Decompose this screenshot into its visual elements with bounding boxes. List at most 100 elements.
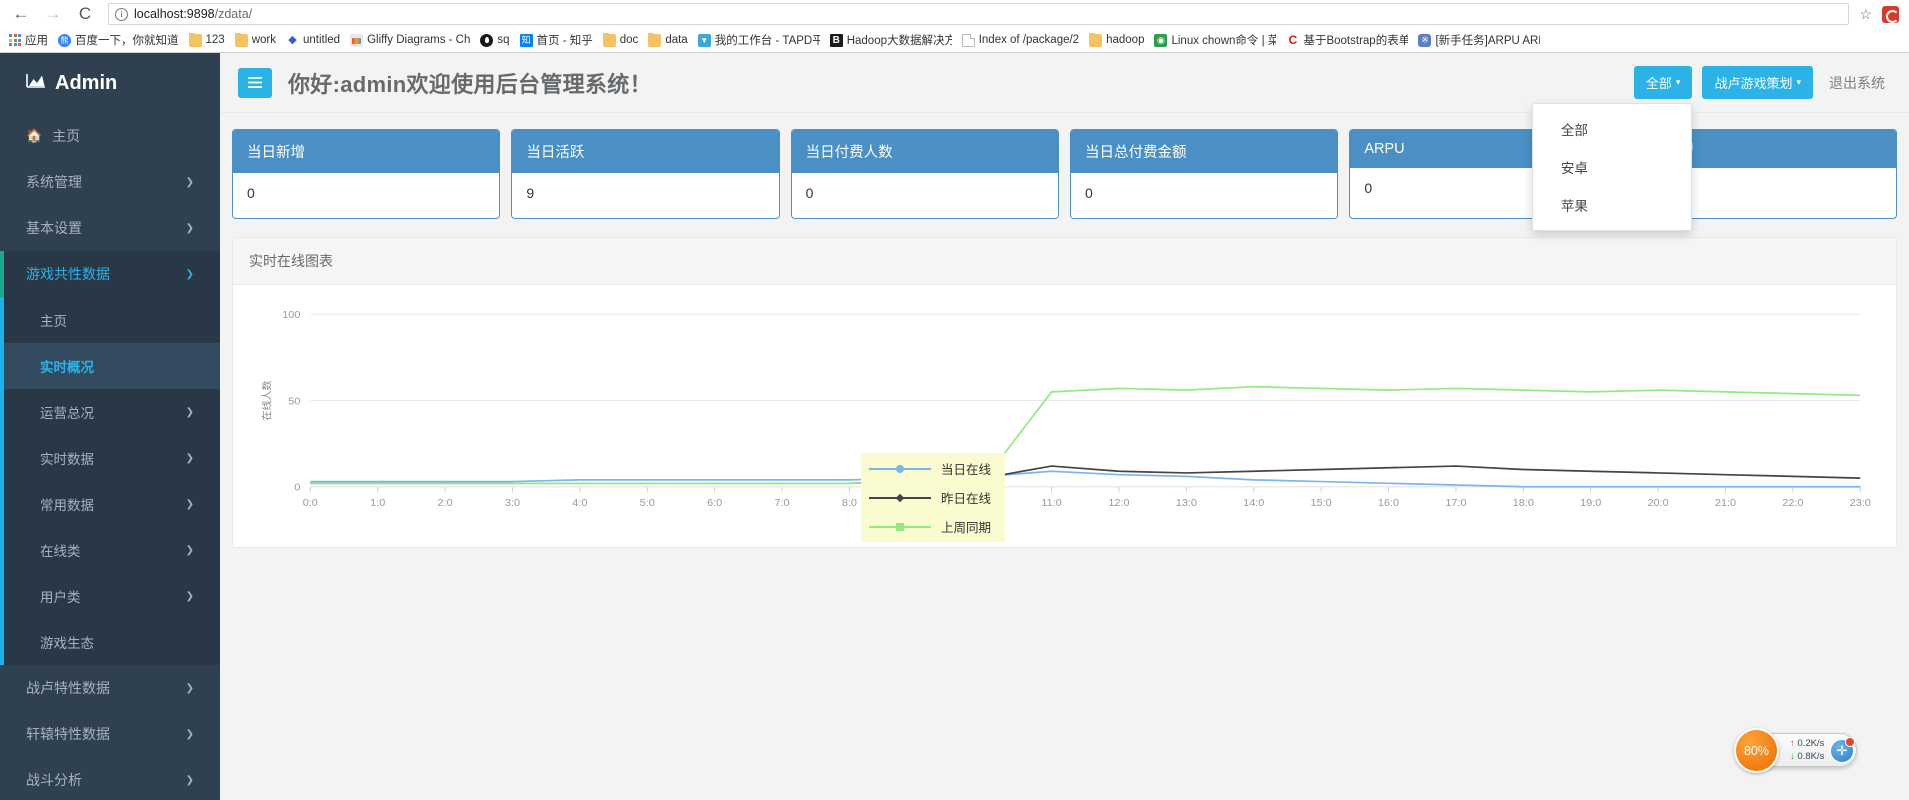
brand-logo[interactable]: Admin [0,53,220,113]
svg-text:8:0: 8:0 [842,497,857,509]
legend-label: 上周同期 [941,521,992,535]
svg-text:17:0: 17:0 [1445,497,1466,509]
address-bar[interactable]: i localhost:9898/zdata/ [108,3,1850,25]
reload-icon[interactable]: C [70,1,100,27]
svg-text:1:0: 1:0 [370,497,385,509]
bookmark-item[interactable]: 首页 - 知乎 [515,31,598,49]
bookmark-label: 首页 - 知乎 [536,35,593,47]
realtime-online-line-chart[interactable]: 050100在线人数0:01:02:03:04:05:06:07:08:09:0… [243,297,1886,527]
apps-grid-icon [9,34,21,46]
chevron-right-icon: ❯ [185,498,194,510]
hamburger-menu-icon[interactable] [238,67,272,98]
bookmark-item[interactable]: data [643,32,692,48]
chevron-right-icon: ❯ [185,268,194,280]
bookmark-label: untitled [302,34,341,46]
sidebar-item-label: 游戏共性数据 [26,266,110,282]
sidebar-nav-bottom: 战卢特性数据❯轩辕特性数据❯战斗分析❯异常分析❯ [0,665,220,800]
stat-card: 当日付费人数 0 [790,129,1059,219]
sidebar-item-2[interactable]: 基本设置 ❯ [0,205,220,251]
bookmark-item[interactable]: hadoop [1084,32,1149,48]
stat-card-title: 当日总付费金额 [1070,130,1338,173]
stat-card-value: 0 [233,173,500,218]
zhihu-icon [519,33,533,47]
sidebar-bottom-item-0[interactable]: 战卢特性数据 ❯ [0,665,220,711]
sidebar-submenu: 主页 实时概况 运营总况 ❯ 实时数据 ❯ 常用数据 ❯ 在线类 ❯ 用户类 ❯ 游戏生态 [0,297,220,665]
legend-item-2[interactable]: 上周同期 [869,517,995,536]
sidebar-bottom-item-1[interactable]: 轩辕特性数据 ❯ [0,711,220,757]
sidebar-nav-top: 🏠 主页 系统管理 ❯ 基本设置 ❯ 游戏共性数据 ❯ [0,113,220,297]
bookmark-label: work [251,34,276,46]
svg-text:4:0: 4:0 [572,497,587,509]
chart-legend[interactable]: 当日在线昨日在线上周同期 [861,453,1005,542]
dropdown-item-1[interactable]: 安卓 [1533,148,1691,186]
chevron-right-icon: ❯ [185,682,194,694]
bookmark-item[interactable]: Index of /package/2 [957,33,1084,48]
logout-link[interactable]: 退出系统 [1829,73,1885,93]
sidebar-subitem-1[interactable]: 实时概况 [0,343,220,389]
svg-text:在线人数: 在线人数 [261,380,274,420]
bookmark-item[interactable]: 应用 [4,31,53,49]
network-speed-widget[interactable]: 80% ↑ 0.2K/s ↓ 0.8K/s ✛ [1734,728,1857,773]
sidebar-subitem-3[interactable]: 实时数据 ❯ [0,435,220,481]
gliffy-icon [350,33,364,47]
sidebar-subitem-7[interactable]: 游戏生态 [0,619,220,665]
bookmark-item[interactable]: 基于Bootstrap的表单 [1281,31,1413,49]
legend-swatch [869,522,931,532]
stat-card-title: 当日付费人数 [791,130,1058,173]
bookmark-item[interactable]: [新手任务]ARPU ARP [1413,31,1545,49]
plus-badge-icon[interactable]: ✛ [1830,737,1855,763]
svg-text:11:0: 11:0 [1041,497,1061,509]
sidebar-subitem-4[interactable]: 常用数据 ❯ [0,481,220,527]
bookmark-item[interactable]: 123 [184,32,230,48]
bookmark-label: 123 [205,34,225,46]
linux-icon [1154,33,1168,47]
dropdown-item-0[interactable]: 全部 [1533,110,1691,148]
legend-label: 当日在线 [941,463,992,477]
sidebar: Admin 🏠 主页 系统管理 ❯ 基本设置 ❯ 游戏共性数据 ❯ 主页实时概况 运营总况 ❯ 实时… [0,53,220,800]
bookmarks-bar: 应用 百度一下，你就知道 123 work untitled Gliffy Diagram… [0,28,1909,52]
forward-icon[interactable]: → [38,1,68,27]
back-icon[interactable]: ← [6,1,36,27]
sidebar-item-3[interactable]: 游戏共性数据 ❯ [0,251,220,297]
bookmark-item[interactable]: doc [598,32,644,48]
project-select-label: 战卢游戏策划 [1714,76,1793,91]
site-info-icon[interactable]: i [115,7,128,21]
stat-card-value: 0 [1070,173,1338,218]
project-select-button[interactable]: 战卢游戏策划 ▾ [1702,66,1813,99]
svg-text:100: 100 [282,309,300,321]
chevron-down-icon: ▾ [1796,77,1801,87]
legend-item-0[interactable]: 当日在线 [869,459,995,478]
sidebar-subitem-6[interactable]: 用户类 ❯ [0,573,220,619]
diamond-icon [285,33,299,47]
sidebar-subitem-0[interactable]: 主页 [0,297,220,343]
github-icon [480,33,494,47]
dropdown-item-2[interactable]: 苹果 [1533,186,1691,224]
sidebar-subitem-5[interactable]: 在线类 ❯ [0,527,220,573]
bookmark-item[interactable]: sq [475,33,514,48]
platform-filter-button[interactable]: 全部 ▾ [1633,66,1693,99]
bookmark-label: sq [497,34,510,46]
sidebar-bottom-item-2[interactable]: 战斗分析 ❯ [0,757,220,800]
bookmark-label: [新手任务]ARPU ARP [1435,35,1541,47]
legend-swatch [869,493,931,503]
opera-extension-icon[interactable] [1882,5,1899,23]
page-icon [961,33,975,47]
brand-label: Admin [55,71,118,94]
bookmark-item[interactable]: Hadoop大数据解决方 [825,31,957,49]
bookmark-item[interactable]: Linux chown命令 | 菜 [1149,31,1281,49]
svg-text:20:0: 20:0 [1648,497,1669,509]
bookmark-label: 百度一下，你就知道 [75,35,179,47]
sidebar-item-1[interactable]: 系统管理 ❯ [0,159,220,205]
bookmark-item[interactable]: Gliffy Diagrams - Ch [345,33,475,48]
sidebar-subitem-label: 用户类 [40,590,81,605]
bookmark-item[interactable]: work [230,32,281,48]
bookmark-item[interactable]: untitled [281,33,345,48]
bookmark-item[interactable]: 百度一下，你就知道 [53,31,184,49]
folder-icon [1089,32,1103,47]
sidebar-subitem-2[interactable]: 运营总况 ❯ [0,389,220,435]
bookmark-star-icon[interactable]: ☆ [1859,6,1872,23]
legend-item-1[interactable]: 昨日在线 [869,488,995,507]
bookmark-item[interactable]: 我的工作台 - TAPD平 [693,31,825,49]
sidebar-subitem-label: 主页 [40,314,67,329]
sidebar-item-0[interactable]: 🏠 主页 [0,113,220,159]
